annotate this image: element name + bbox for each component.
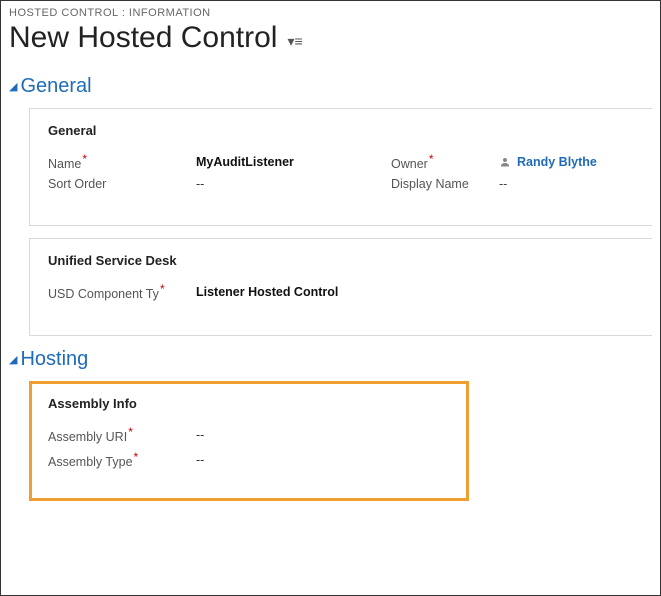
owner-link[interactable]: Randy Blythe <box>517 155 597 169</box>
caret-down-icon: ◢ <box>9 353 17 366</box>
panel-title-usd: Unified Service Desk <box>48 253 634 272</box>
record-menu-button[interactable]: ▾≡ <box>287 28 302 48</box>
section-title-general: General <box>20 75 91 98</box>
caret-down-icon: ◢ <box>9 80 17 93</box>
row-assembly-uri: Assembly URI* -- <box>48 425 450 444</box>
field-display-name[interactable]: -- <box>499 177 634 191</box>
required-icon: * <box>429 152 434 166</box>
person-icon <box>499 156 511 168</box>
required-icon: * <box>160 282 165 296</box>
row-name-owner: Name* MyAuditListener Owner* Randy Blyth… <box>48 152 634 171</box>
panel-usd: Unified Service Desk USD Component Ty* L… <box>29 238 652 336</box>
row-sort-display: Sort Order -- Display Name -- <box>48 177 634 191</box>
required-icon: * <box>82 152 87 166</box>
panel-title-assembly: Assembly Info <box>48 396 450 415</box>
field-assembly-uri[interactable]: -- <box>196 428 391 442</box>
section-title-hosting: Hosting <box>20 348 88 371</box>
label-sort-order: Sort Order <box>48 177 196 191</box>
label-name: Name* <box>48 152 196 171</box>
field-name[interactable]: MyAuditListener <box>196 155 391 169</box>
label-display-name: Display Name <box>391 177 499 191</box>
breadcrumb: HOSTED CONTROL : INFORMATION <box>9 5 652 21</box>
section-header-general[interactable]: ◢ General <box>9 75 652 98</box>
page-title-row: New Hosted Control ▾≡ <box>9 21 652 55</box>
row-assembly-type: Assembly Type* -- <box>48 450 450 469</box>
field-component-type[interactable]: Listener Hosted Control <box>196 285 391 299</box>
field-owner[interactable]: Randy Blythe <box>499 155 634 169</box>
panel-assembly-info: Assembly Info Assembly URI* -- Assembly … <box>29 381 469 500</box>
label-assembly-uri: Assembly URI* <box>48 425 196 444</box>
field-assembly-type[interactable]: -- <box>196 453 391 467</box>
label-owner: Owner* <box>391 152 499 171</box>
required-icon: * <box>134 450 139 464</box>
panel-title-general: General <box>48 123 634 142</box>
field-sort-order[interactable]: -- <box>196 177 391 191</box>
section-header-hosting[interactable]: ◢ Hosting <box>9 348 652 371</box>
page-title: New Hosted Control <box>9 21 277 55</box>
panel-general: General Name* MyAuditListener Owner* Ran… <box>29 108 652 226</box>
label-assembly-type: Assembly Type* <box>48 450 196 469</box>
required-icon: * <box>128 425 133 439</box>
label-component-type: USD Component Ty* <box>48 282 196 301</box>
row-component-type: USD Component Ty* Listener Hosted Contro… <box>48 282 634 301</box>
